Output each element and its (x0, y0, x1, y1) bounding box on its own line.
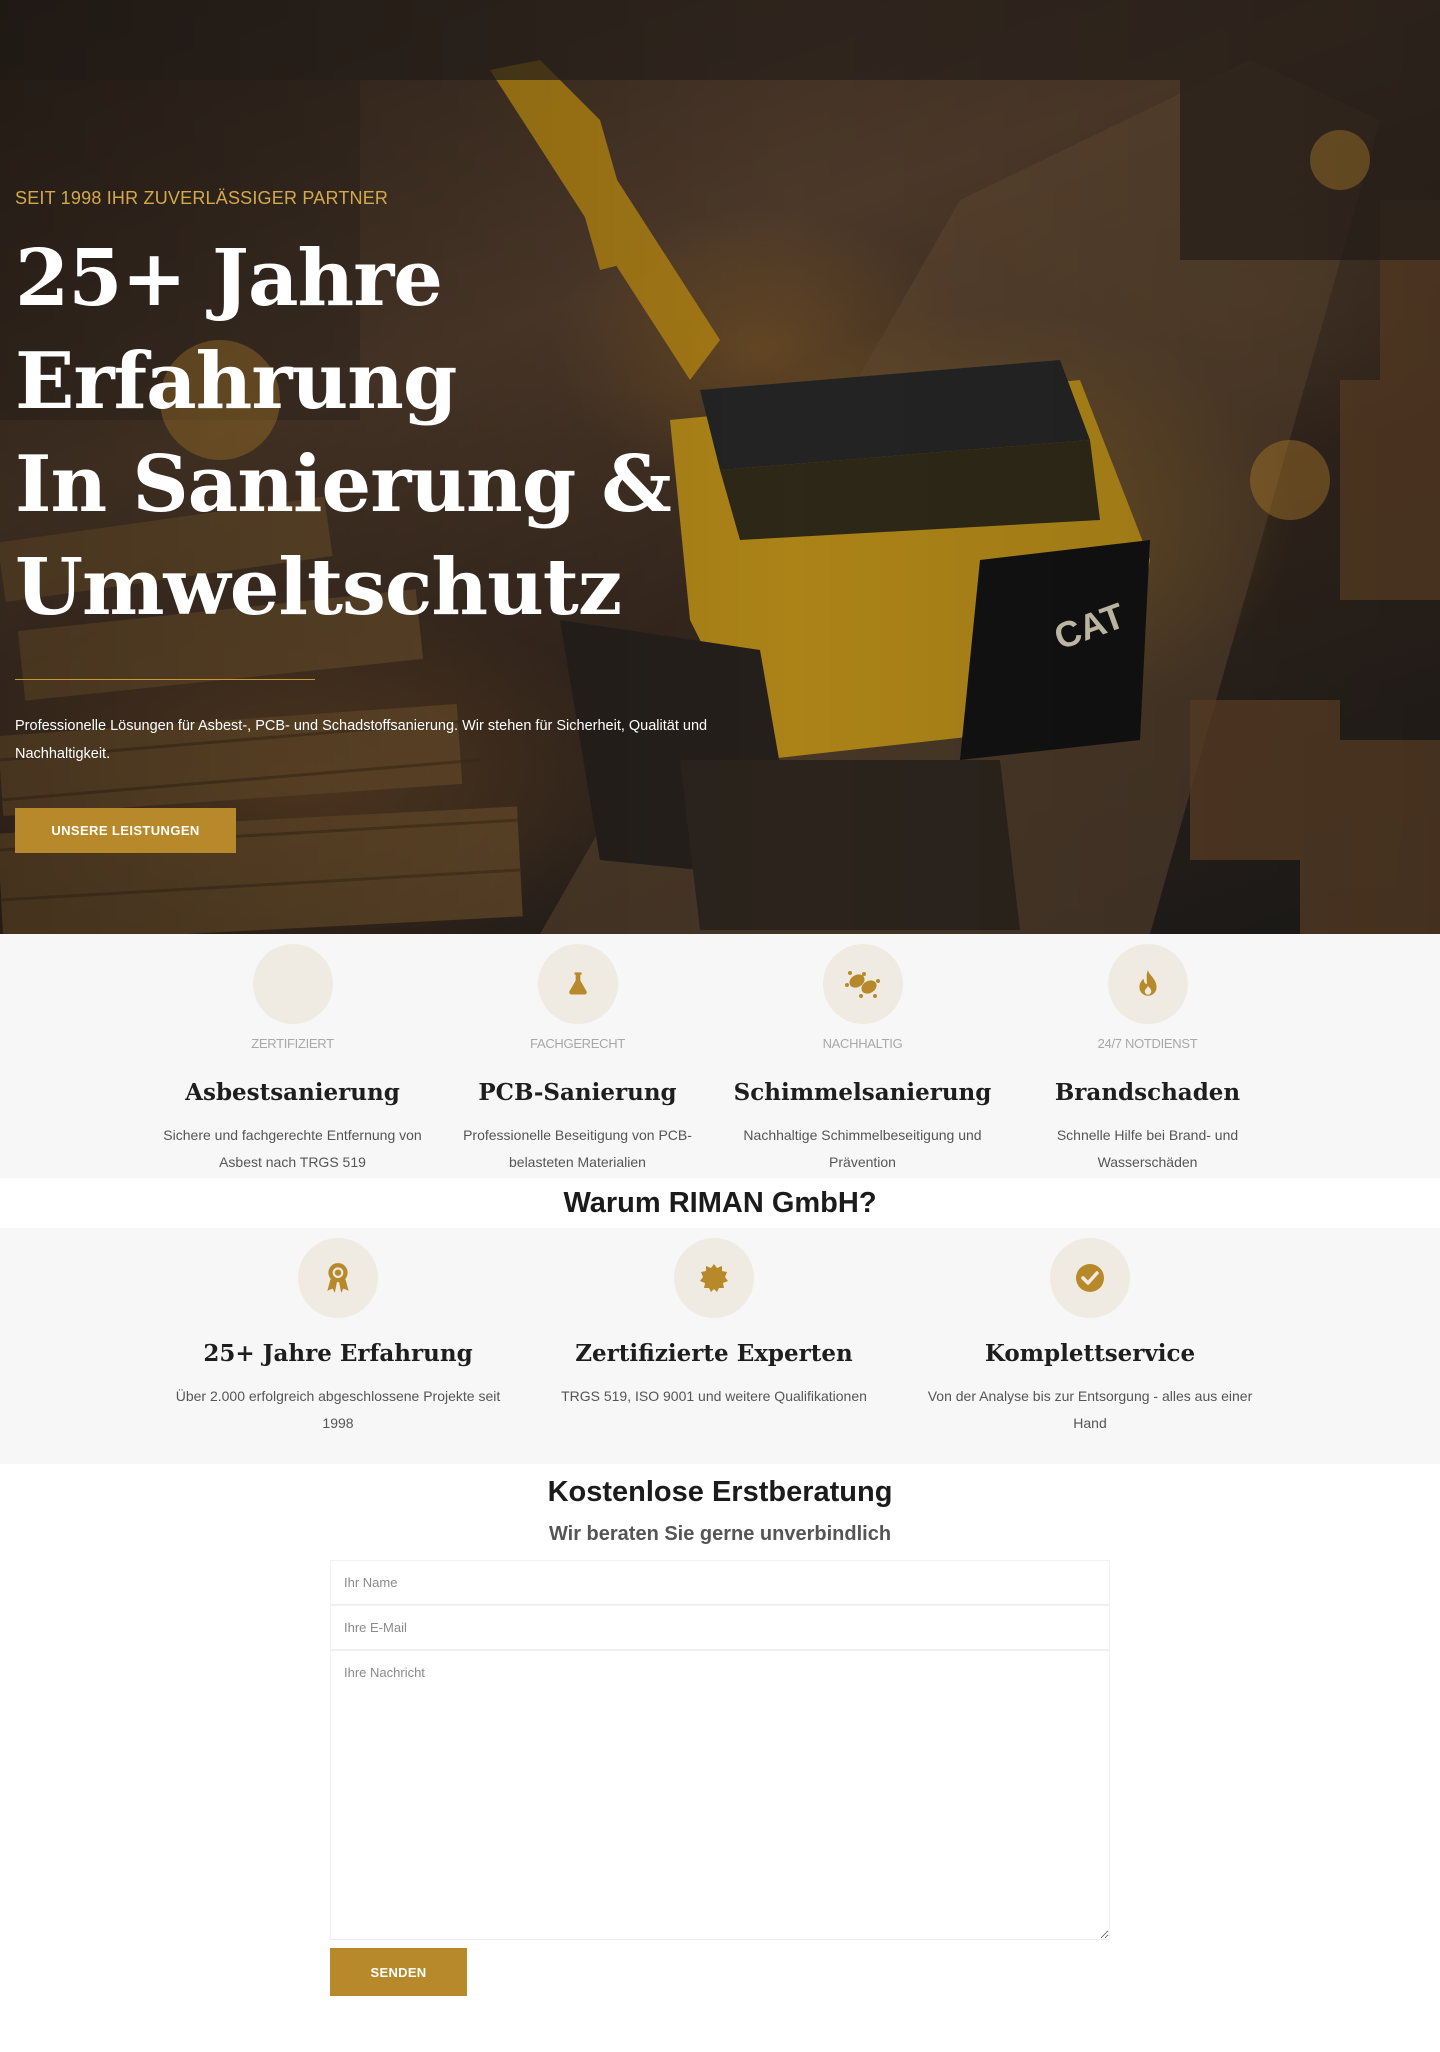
why-item-title: 25+ Jahre Erfahrung (203, 1340, 473, 1367)
service-badge: NACHHALTIG (822, 1036, 903, 1051)
why-item-description: Von der Analyse bis zur Entsorgung - all… (927, 1388, 1253, 1431)
why-item-title: Zertifizierte Experten (575, 1340, 853, 1367)
hero-section: CAT SEIT 1998 IHR ZUVERLÄSSIGER PARTNER … (0, 0, 1440, 934)
service-badge: FACHGERECHT (530, 1036, 625, 1051)
hero-eyebrow: SEIT 1998 IHR ZUVERLÄSSIGER PARTNER (15, 188, 389, 208)
hero-title-line-3: Umweltschutz (15, 542, 622, 633)
service-title: Brandschaden (1054, 1079, 1241, 1106)
service-description: Sichere und fachgerechte Entfernung von … (163, 1127, 422, 1170)
hero-title-line-1: 25+ Jahre Erfahrung (15, 233, 457, 427)
icon-circle (298, 1238, 378, 1318)
certificate-icon (700, 1264, 728, 1292)
why-item-experts: Zertifizierte Experten TRGS 519, ISO 900… (526, 1238, 902, 1437)
service-card-schimmel: NACHHALTIG Schimmelsanierung Nachhaltige… (720, 944, 1005, 1176)
contact-title: Kostenlose Erstberatung (547, 1476, 893, 1508)
icon-circle (674, 1238, 754, 1318)
message-textarea[interactable] (330, 1650, 1110, 1940)
icon-circle (1107, 944, 1188, 1024)
service-title: Asbestsanierung (185, 1079, 400, 1106)
why-item-description: Über 2.000 erfolgreich abgeschlossene Pr… (175, 1388, 501, 1431)
contact-form: SENDEN (330, 1560, 1110, 1996)
hero-divider (15, 679, 315, 680)
service-card-brandschaden: 24/7 NOTDIENST Brandschaden Schnelle Hil… (1005, 944, 1290, 1176)
bacteria-icon (844, 971, 880, 998)
why-section: 25+ Jahre Erfahrung Über 2.000 erfolgrei… (0, 1228, 1440, 1464)
why-grid: 25+ Jahre Erfahrung Über 2.000 erfolgrei… (150, 1238, 1280, 1437)
service-badge: ZERTIFIZIERT (251, 1036, 334, 1051)
service-badge: 24/7 NOTDIENST (1097, 1036, 1198, 1051)
hero-title-line-2: In Sanierung & (15, 439, 672, 530)
contact-subtitle: Wir beraten Sie gerne unverbindlich (548, 1523, 892, 1545)
why-item-experience: 25+ Jahre Erfahrung Über 2.000 erfolgrei… (150, 1238, 526, 1437)
services-section: ZERTIFIZIERT Asbestsanierung Sichere und… (0, 934, 1440, 1178)
service-description: Professionelle Beseitigung von PCB-belas… (463, 1127, 692, 1170)
why-item-description: TRGS 519, ISO 9001 und weitere Qualifika… (561, 1388, 867, 1404)
icon-circle (252, 944, 333, 1024)
fire-icon (1138, 970, 1157, 996)
hero-title: 25+ Jahre Erfahrung In Sanierung & Umwel… (15, 227, 775, 639)
email-input[interactable] (330, 1605, 1110, 1650)
contact-section: Kostenlose Erstberatung Wir beraten Sie … (0, 1464, 1440, 2052)
award-icon (327, 1263, 349, 1293)
send-button[interactable]: SENDEN (330, 1948, 467, 1996)
service-description: Schnelle Hilfe bei Brand- und Wasserschä… (1056, 1127, 1239, 1170)
icon-circle (1050, 1238, 1130, 1318)
service-description: Nachhaltige Schimmelbeseitigung und Präv… (743, 1127, 982, 1170)
flask-icon (568, 972, 587, 995)
service-title: PCB-Sanierung (478, 1079, 677, 1106)
icon-circle (537, 944, 618, 1024)
services-grid: ZERTIFIZIERT Asbestsanierung Sichere und… (150, 944, 1290, 1176)
icon-circle (822, 944, 903, 1024)
service-card-asbest: ZERTIFIZIERT Asbestsanierung Sichere und… (150, 944, 435, 1176)
check-circle-icon (1076, 1264, 1104, 1292)
why-item-service: Komplettservice Von der Analyse bis zur … (902, 1238, 1278, 1437)
hero-description: Professionelle Lösungen für Asbest-, PCB… (15, 718, 708, 762)
why-heading: Warum RIMAN GmbH? (563, 1187, 877, 1219)
service-title: Schimmelsanierung (733, 1079, 992, 1106)
name-input[interactable] (330, 1560, 1110, 1605)
hero-content: SEIT 1998 IHR ZUVERLÄSSIGER PARTNER 25+ … (15, 188, 775, 853)
why-item-title: Komplettservice (984, 1340, 1196, 1367)
service-card-pcb: FACHGERECHT PCB-Sanierung Professionelle… (435, 944, 720, 1176)
services-button[interactable]: UNSERE LEISTUNGEN (15, 808, 236, 853)
